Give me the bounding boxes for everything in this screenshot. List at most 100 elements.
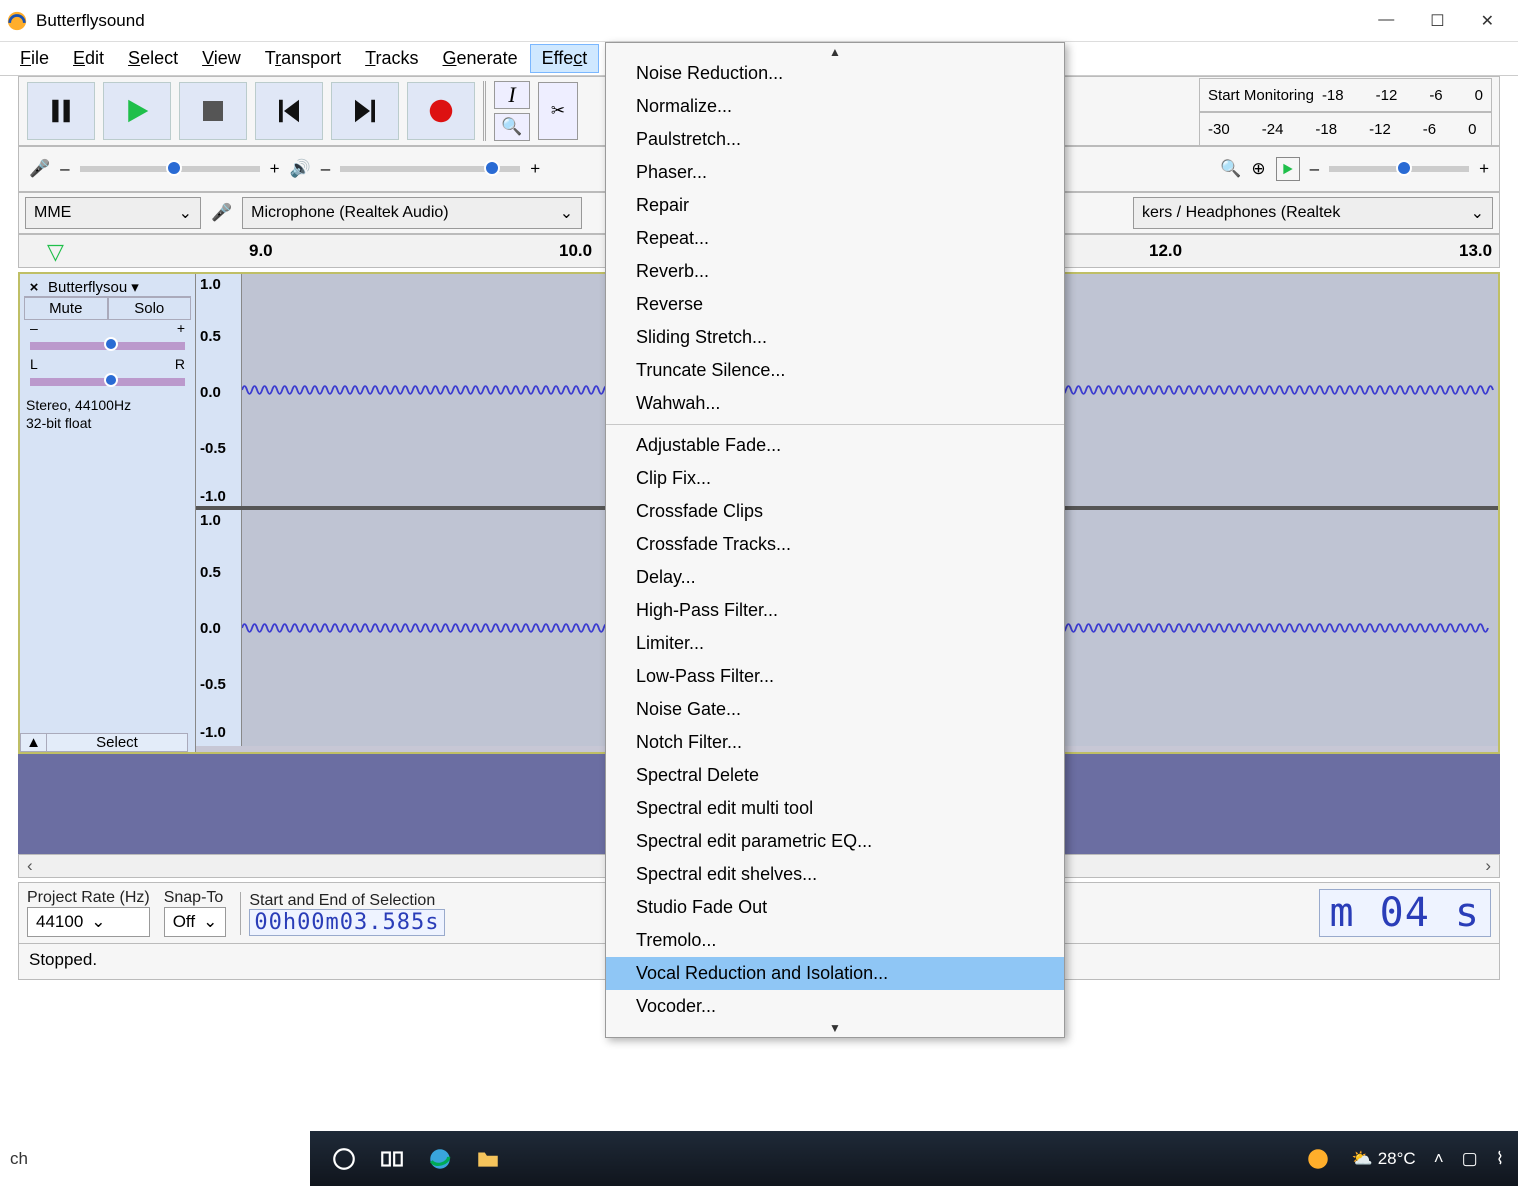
snap-to-combo[interactable]: Off⌄	[164, 907, 227, 937]
menu-tracks[interactable]: Tracks	[353, 44, 430, 73]
battery-icon[interactable]: ▢	[1462, 1149, 1478, 1169]
track-bitdepth-label: 32-bit float	[26, 414, 189, 432]
project-rate-combo[interactable]: 44100⌄	[27, 907, 150, 937]
solo-button[interactable]: Solo	[108, 297, 192, 320]
playback-speed-slider[interactable]	[1329, 166, 1469, 172]
minimize-button[interactable]: —	[1378, 11, 1394, 31]
audio-position-field[interactable]: m 04 s	[1319, 889, 1492, 937]
task-view-icon[interactable]	[378, 1145, 406, 1173]
effect-menu-item[interactable]: Normalize...	[606, 90, 1064, 123]
effect-menu-item[interactable]: Truncate Silence...	[606, 354, 1064, 387]
mic-icon: 🎤	[29, 159, 50, 179]
scroll-left-icon[interactable]: ‹	[27, 856, 33, 876]
recording-volume-slider[interactable]	[80, 166, 260, 172]
effect-menu-item[interactable]: Sliding Stretch...	[606, 321, 1064, 354]
menu-view[interactable]: View	[190, 44, 253, 73]
track-menu-chevron-icon[interactable]: ▾	[131, 278, 139, 296]
project-rate-label: Project Rate (Hz)	[27, 889, 150, 907]
effect-menu-item[interactable]: Spectral edit parametric EQ...	[606, 825, 1064, 858]
meters: Start Monitoring -18 -12 -6 0 -30 -24 -1…	[1199, 78, 1492, 146]
zoom-in-icon[interactable]: ⊕	[1251, 159, 1265, 179]
recording-device-combo[interactable]: Microphone (Realtek Audio)⌄	[242, 197, 582, 229]
track-format-label: Stereo, 44100Hz	[26, 396, 189, 414]
skip-end-button[interactable]	[331, 82, 399, 140]
zoom-fit-icon[interactable]: 🔍	[1220, 159, 1241, 179]
effect-menu-item[interactable]: Crossfade Clips	[606, 495, 1064, 528]
speaker-icon: 🔊	[290, 159, 311, 179]
effect-menu-item[interactable]: Clip Fix...	[606, 462, 1064, 495]
effect-menu-item[interactable]: Repair	[606, 189, 1064, 222]
effect-menu-item[interactable]: Noise Reduction...	[606, 57, 1064, 90]
tray-chevron-icon[interactable]: ˄	[1434, 1149, 1444, 1169]
cut-tool-button[interactable]: ✂	[538, 82, 578, 140]
maximize-button[interactable]: ☐	[1430, 11, 1444, 31]
effect-menu-item[interactable]: Spectral Delete	[606, 759, 1064, 792]
effect-menu-item[interactable]: Reverb...	[606, 255, 1064, 288]
ibeam-tool-button[interactable]: I	[494, 81, 530, 109]
cortana-icon[interactable]	[330, 1145, 358, 1173]
effect-menu-item[interactable]: Crossfade Tracks...	[606, 528, 1064, 561]
scroll-right-icon[interactable]: ›	[1485, 856, 1491, 876]
weather-widget[interactable]: ⛅ 28°C	[1352, 1149, 1416, 1169]
effect-menu-item[interactable]: Limiter...	[606, 627, 1064, 660]
amplitude-scale: 1.0 0.5 0.0 -0.5 -1.0	[196, 510, 242, 746]
menu-file[interactable]: File	[8, 44, 61, 73]
audacity-taskbar-icon[interactable]	[1304, 1145, 1332, 1173]
track-name-label[interactable]: Butterflysou	[48, 279, 127, 296]
mute-button[interactable]: Mute	[24, 297, 108, 320]
wifi-icon[interactable]: ⌇	[1496, 1149, 1504, 1169]
playhead-icon[interactable]: ▽	[47, 239, 64, 265]
effect-menu-item[interactable]: Vocoder...	[606, 990, 1064, 1023]
track-gain-slider[interactable]	[30, 342, 185, 350]
menu-scroll-down-icon[interactable]: ▼	[606, 1023, 1064, 1033]
audio-host-combo[interactable]: MME⌄	[25, 197, 201, 229]
effect-menu-item[interactable]: Wahwah...	[606, 387, 1064, 420]
menu-effect[interactable]: Effect	[530, 44, 600, 73]
effect-menu-item[interactable]: Phaser...	[606, 156, 1064, 189]
track-close-button[interactable]: ×	[24, 279, 44, 296]
effect-menu-item[interactable]: Spectral edit shelves...	[606, 858, 1064, 891]
effect-menu-item[interactable]: Spectral edit multi tool	[606, 792, 1064, 825]
file-explorer-icon[interactable]	[474, 1145, 502, 1173]
menu-transport[interactable]: Transport	[253, 44, 353, 73]
effect-menu-item[interactable]: Adjustable Fade...	[606, 429, 1064, 462]
effect-menu-item[interactable]: High-Pass Filter...	[606, 594, 1064, 627]
effect-menu-item[interactable]: Delay...	[606, 561, 1064, 594]
effect-menu-item[interactable]: Notch Filter...	[606, 726, 1064, 759]
menu-edit[interactable]: Edit	[61, 44, 116, 73]
playback-volume-slider[interactable]	[340, 166, 520, 172]
effect-menu-item[interactable]: Studio Fade Out	[606, 891, 1064, 924]
effect-menu-item[interactable]: Tremolo...	[606, 924, 1064, 957]
track-select-button[interactable]: ▲Select	[20, 733, 188, 752]
menu-scroll-up-icon[interactable]: ▲	[606, 47, 1064, 57]
pause-button[interactable]	[27, 82, 95, 140]
effect-menu-item[interactable]: Noise Gate...	[606, 693, 1064, 726]
effect-menu-item[interactable]: Repeat...	[606, 222, 1064, 255]
zoom-tool-button[interactable]: 🔍	[494, 113, 530, 141]
taskbar-search-input[interactable]: ch	[0, 1131, 310, 1186]
selection-start-field[interactable]: 00h00m03.585s	[249, 909, 444, 936]
record-button[interactable]	[407, 82, 475, 140]
menu-generate[interactable]: Generate	[431, 44, 530, 73]
play-at-speed-button[interactable]	[1276, 157, 1300, 181]
track-pan-slider[interactable]	[30, 378, 185, 386]
effect-menu-item[interactable]: Low-Pass Filter...	[606, 660, 1064, 693]
start-monitoring-label[interactable]: Start Monitoring	[1208, 87, 1314, 104]
menu-select[interactable]: Select	[116, 44, 190, 73]
playback-device-combo[interactable]: kers / Headphones (Realtek⌄	[1133, 197, 1493, 229]
close-button[interactable]: ✕	[1481, 11, 1494, 31]
amplitude-scale: 1.0 0.5 0.0 -0.5 -1.0	[196, 274, 242, 506]
effect-menu-item[interactable]: Vocal Reduction and Isolation...	[606, 957, 1064, 990]
stop-button[interactable]	[179, 82, 247, 140]
skip-start-button[interactable]	[255, 82, 323, 140]
effect-menu-dropdown: ▲ Noise Reduction...Normalize...Paulstre…	[605, 42, 1065, 1038]
window-title: Butterflysound	[36, 11, 145, 31]
effect-menu-item[interactable]: Reverse	[606, 288, 1064, 321]
titlebar: Butterflysound — ☐ ✕	[0, 0, 1518, 42]
app-logo-icon	[6, 10, 28, 32]
track-control-panel: × Butterflysou ▾ Mute Solo –+ LR Stereo,…	[20, 274, 196, 752]
transport-status-label: Stopped.	[29, 950, 97, 969]
edge-icon[interactable]	[426, 1145, 454, 1173]
play-button[interactable]	[103, 82, 171, 140]
effect-menu-item[interactable]: Paulstretch...	[606, 123, 1064, 156]
